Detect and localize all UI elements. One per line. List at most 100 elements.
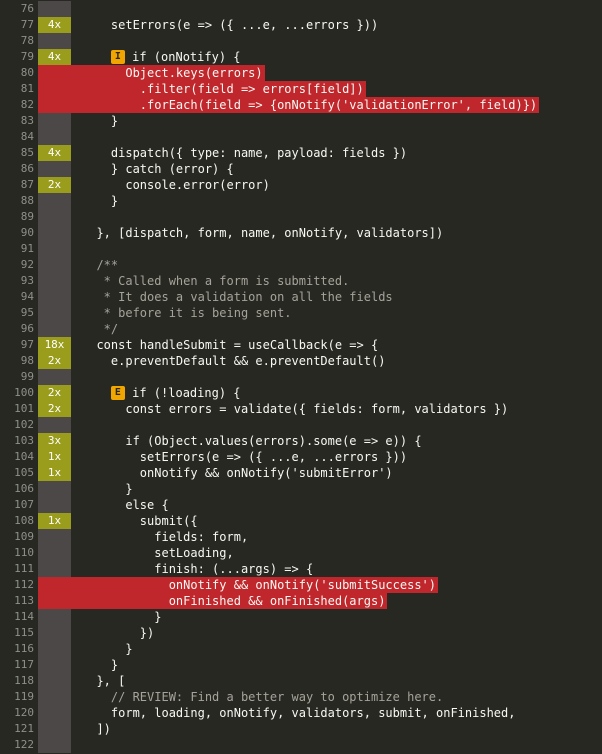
line-number: 117 (0, 657, 38, 673)
coverage-count (38, 129, 71, 145)
line-number: 95 (0, 305, 38, 321)
coverage-count: 1x (38, 465, 71, 481)
code-line: 92 /** (0, 257, 602, 273)
coverage-count (38, 305, 71, 321)
coverage-count (38, 657, 71, 673)
line-number: 100 (0, 385, 38, 401)
line-number: 113 (0, 593, 38, 609)
line-number: 80 (0, 65, 38, 81)
line-number: 92 (0, 257, 38, 273)
line-number: 81 (0, 81, 38, 97)
code-text: form, loading, onNotify, validators, sub… (82, 706, 516, 720)
branch-badge[interactable]: E (110, 386, 125, 400)
line-number: 86 (0, 161, 38, 177)
line-number: 99 (0, 369, 38, 385)
coverage-count (38, 209, 71, 225)
code-text: dispatch({ type: name, payload: fields }… (82, 146, 408, 160)
line-number: 104 (0, 449, 38, 465)
code-text: } (82, 194, 119, 208)
line-number: 122 (0, 737, 38, 753)
code-text: const errors = validate({ fields: form, … (82, 402, 509, 416)
coverage-count (38, 689, 71, 705)
coverage-count (38, 321, 71, 337)
line-number: 120 (0, 705, 38, 721)
code-line: 114 } (0, 609, 602, 625)
code-text: else { (82, 498, 169, 512)
code-line: 94 * It does a validation on all the fie… (0, 289, 602, 305)
line-number: 83 (0, 113, 38, 129)
code-text: Object.keys(errors) (82, 66, 263, 80)
line-number: 91 (0, 241, 38, 257)
code-line: 115 }) (0, 625, 602, 641)
line-number: 109 (0, 529, 38, 545)
coverage-count (38, 417, 71, 433)
coverage-count: 4x (38, 145, 71, 161)
code-line: 96 */ (0, 321, 602, 337)
line-number: 110 (0, 545, 38, 561)
coverage-count: 2x (38, 177, 71, 193)
branch-badge[interactable]: I (110, 50, 125, 64)
code-text: setErrors(e => ({ ...e, ...errors })) (82, 450, 408, 464)
coverage-count: 4x (38, 17, 71, 33)
coverage-count: 2x (38, 401, 71, 417)
code-text: onNotify && onNotify('submitSuccess') (82, 578, 437, 592)
code-line: 117 } (0, 657, 602, 673)
line-number: 78 (0, 33, 38, 49)
code-text: }, [dispatch, form, name, onNotify, vali… (82, 226, 444, 240)
code-text: }, [ (82, 674, 126, 688)
code-line: 102 (0, 417, 602, 433)
code-line: 122 (0, 737, 602, 753)
line-number: 106 (0, 481, 38, 497)
code-line: 103 3x if (Object.values(errors).some(e =… (0, 433, 602, 449)
code-line: 79 4x I if (onNotify) { (0, 49, 602, 65)
code-text: } (82, 642, 133, 656)
coverage-count (38, 609, 71, 625)
code-line: 105 1x onNotify && onNotify('submitError'… (0, 465, 602, 481)
code-line: 119 // REVIEW: Find a better way to opti… (0, 689, 602, 705)
code-line: 111 finish: (...args) => { (0, 561, 602, 577)
line-number: 85 (0, 145, 38, 161)
code-text: fields: form, (82, 530, 249, 544)
code-line: 82 .forEach(field => {onNotify('validati… (0, 97, 602, 113)
code-text: } catch (error) { (82, 162, 234, 176)
coverage-count (38, 545, 71, 561)
code-line: 101 2x const errors = validate({ fields: … (0, 401, 602, 417)
coverage-count: 1x (38, 513, 71, 529)
coverage-count (38, 497, 71, 513)
code-text: ]) (82, 722, 111, 736)
line-number: 102 (0, 417, 38, 433)
line-number: 89 (0, 209, 38, 225)
coverage-count (38, 593, 71, 609)
code-text: } (82, 114, 119, 128)
line-number: 97 (0, 337, 38, 353)
coverage-count (38, 529, 71, 545)
line-number: 87 (0, 177, 38, 193)
coverage-count (38, 721, 71, 737)
code-line: 86 } catch (error) { (0, 161, 602, 177)
code-text: } (82, 610, 162, 624)
coverage-count (38, 369, 71, 385)
code-text: onNotify && onNotify('submitError') (82, 466, 393, 480)
line-number: 114 (0, 609, 38, 625)
code-text: } (82, 658, 119, 672)
code-text: } (82, 482, 133, 496)
code-line: 77 4x setErrors(e => ({ ...e, ...errors }… (0, 17, 602, 33)
code-text: console.error(error) (82, 178, 270, 192)
code-editor[interactable]: 76 77 4x setErrors(e => ({ ...e, ...errors… (0, 0, 602, 754)
code-line: 98 2x e.preventDefault && e.preventDefaul… (0, 353, 602, 369)
code-line: 112 onNotify && onNotify('submitSuccess'… (0, 577, 602, 593)
code-line: 120 form, loading, onNotify, validators,… (0, 705, 602, 721)
code-text: I if (onNotify) { (82, 49, 241, 65)
line-number: 101 (0, 401, 38, 417)
line-number: 105 (0, 465, 38, 481)
line-number: 118 (0, 673, 38, 689)
coverage-count (38, 33, 71, 49)
coverage-count (38, 625, 71, 641)
line-number: 77 (0, 17, 38, 33)
code-line: 89 (0, 209, 602, 225)
code-text: * Called when a form is submitted. (82, 274, 350, 288)
coverage-count: 18x (38, 337, 71, 353)
coverage-count (38, 113, 71, 129)
code-line: 121 ]) (0, 721, 602, 737)
coverage-count: 1x (38, 449, 71, 465)
